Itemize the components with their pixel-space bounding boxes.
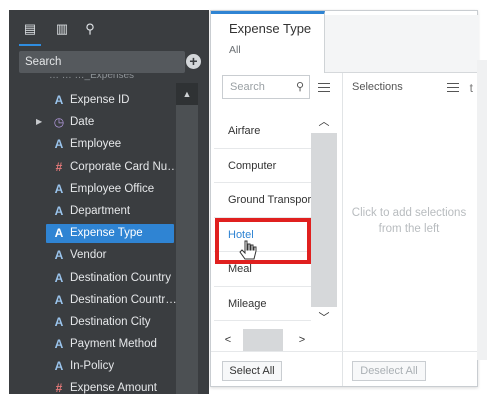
highlight-box bbox=[215, 218, 311, 264]
value-item[interactable]: Computer bbox=[214, 149, 311, 183]
analytics-search-icon[interactable]: ⚲ bbox=[81, 20, 99, 38]
partial-text: t bbox=[469, 81, 473, 95]
field-item[interactable]: # Corporate Card Nu… bbox=[9, 156, 176, 178]
text-field-icon: A bbox=[54, 203, 64, 218]
clock-icon: ◷ bbox=[53, 115, 65, 130]
field-item[interactable]: A Destination Country bbox=[9, 267, 176, 289]
field-item[interactable]: A Expense Type bbox=[9, 222, 176, 244]
field-item[interactable]: A Expense ID bbox=[9, 89, 176, 111]
text-field-icon: A bbox=[54, 248, 64, 263]
canvas-edge bbox=[477, 60, 487, 360]
app-frame: ▤ ▥ ⚲ Search + … … …_Expenses ▲ A Expense… bbox=[0, 0, 487, 401]
field-search-input[interactable]: Search bbox=[19, 51, 185, 73]
text-field-icon: A bbox=[54, 270, 64, 285]
chevron-right-icon[interactable]: > bbox=[293, 329, 311, 351]
text-field-icon: A bbox=[54, 337, 64, 352]
field-list: A Expense ID ▶ ◷ Date A Employee # Corporate Car… bbox=[9, 89, 176, 394]
value-list-vertical-scrollbar[interactable]: ︿ ﹀ bbox=[311, 111, 337, 329]
bar-chart-icon[interactable]: ▥ bbox=[53, 20, 71, 38]
tab-divider bbox=[325, 72, 479, 73]
database-icon[interactable]: ▤ bbox=[19, 20, 41, 46]
field-item[interactable]: A Department bbox=[9, 200, 176, 222]
field-item[interactable]: A Employee bbox=[9, 133, 176, 155]
field-label: Corporate Card Nu… bbox=[70, 160, 176, 173]
field-item[interactable]: A In-Policy bbox=[9, 355, 176, 377]
field-label: Destination Country bbox=[70, 271, 171, 284]
search-icon[interactable]: ⚲ bbox=[296, 76, 304, 98]
text-field-icon: A bbox=[54, 292, 64, 307]
scroll-up-icon[interactable]: ▲ bbox=[176, 83, 198, 105]
tab-expense-type[interactable]: Expense Type All bbox=[211, 11, 325, 73]
field-label: Employee bbox=[70, 138, 122, 151]
selections-hint: Click to add selections from the left bbox=[351, 207, 467, 235]
value-search-input[interactable]: Search ⚲ bbox=[222, 75, 310, 99]
chevron-left-icon[interactable]: < bbox=[219, 329, 237, 351]
field-label: Expense ID bbox=[70, 94, 130, 106]
text-field-icon: A bbox=[54, 226, 64, 241]
text-field-icon: A bbox=[54, 314, 64, 329]
field-item[interactable]: ▶ ◷ Date bbox=[9, 111, 176, 133]
tab-subtitle: All bbox=[229, 44, 241, 56]
select-all-button[interactable]: Select All bbox=[222, 361, 282, 381]
field-label: In-Policy bbox=[70, 360, 115, 373]
data-panel-tabs: ▤ ▥ ⚲ bbox=[9, 10, 209, 48]
tab-strip-background bbox=[325, 15, 479, 72]
field-label: Employee Office bbox=[70, 182, 155, 195]
selections-title: Selections bbox=[352, 81, 403, 93]
text-field-icon: A bbox=[54, 359, 64, 374]
tab-title: Expense Type bbox=[229, 21, 312, 36]
hand-cursor-icon bbox=[239, 240, 257, 260]
field-item[interactable]: A Vendor bbox=[9, 244, 176, 266]
hash-icon: # bbox=[55, 159, 63, 174]
field-label: Department bbox=[70, 204, 131, 217]
expand-arrow-icon[interactable]: ▶ bbox=[36, 111, 42, 133]
field-label: Destination City bbox=[70, 315, 151, 328]
chevron-down-icon[interactable]: ﹀ bbox=[311, 307, 337, 329]
field-item[interactable]: A Payment Method bbox=[9, 333, 176, 355]
field-label: Expense Amount bbox=[70, 382, 157, 394]
chevron-up-icon[interactable]: ︿ bbox=[311, 111, 337, 133]
field-label: Vendor bbox=[70, 249, 107, 262]
column-divider bbox=[342, 73, 343, 386]
text-field-icon: A bbox=[54, 93, 64, 107]
add-icon[interactable]: + bbox=[186, 54, 201, 69]
value-search-placeholder: Search bbox=[230, 81, 265, 93]
field-item[interactable]: # Expense Amount bbox=[9, 377, 176, 394]
filter-panel: Expense Type All t Search ⚲ Airfare Compu… bbox=[210, 10, 479, 387]
value-list-horizontal-scrollbar[interactable]: < > bbox=[219, 329, 311, 351]
footer-divider bbox=[211, 351, 479, 352]
value-item[interactable]: Airfare bbox=[214, 114, 311, 149]
dataset-header: … … …_Expenses bbox=[49, 74, 135, 81]
field-label: Payment Method bbox=[70, 338, 157, 351]
field-list-scrollbar[interactable]: ▲ bbox=[176, 83, 198, 394]
hash-icon: # bbox=[55, 381, 63, 394]
list-menu-icon[interactable] bbox=[318, 80, 330, 95]
horizontal-scroll-thumb[interactable] bbox=[243, 329, 283, 351]
field-item[interactable]: A Employee Office bbox=[9, 178, 176, 200]
field-label: Expense Type bbox=[70, 227, 143, 240]
deselect-all-button[interactable]: Deselect All bbox=[352, 361, 426, 381]
field-item[interactable]: A Destination City bbox=[9, 311, 176, 333]
selections-menu-icon[interactable] bbox=[447, 80, 459, 95]
field-label: Date bbox=[70, 116, 95, 129]
data-panel: ▤ ▥ ⚲ Search + … … …_Expenses ▲ A Expense… bbox=[9, 10, 209, 394]
field-label: Destination Countr… bbox=[70, 293, 176, 306]
text-field-icon: A bbox=[54, 137, 64, 152]
value-item[interactable]: Ground Transpor bbox=[214, 183, 311, 218]
value-item[interactable]: Mileage bbox=[214, 287, 311, 321]
field-item[interactable]: A Destination Countr… bbox=[9, 289, 176, 311]
text-field-icon: A bbox=[54, 181, 64, 196]
